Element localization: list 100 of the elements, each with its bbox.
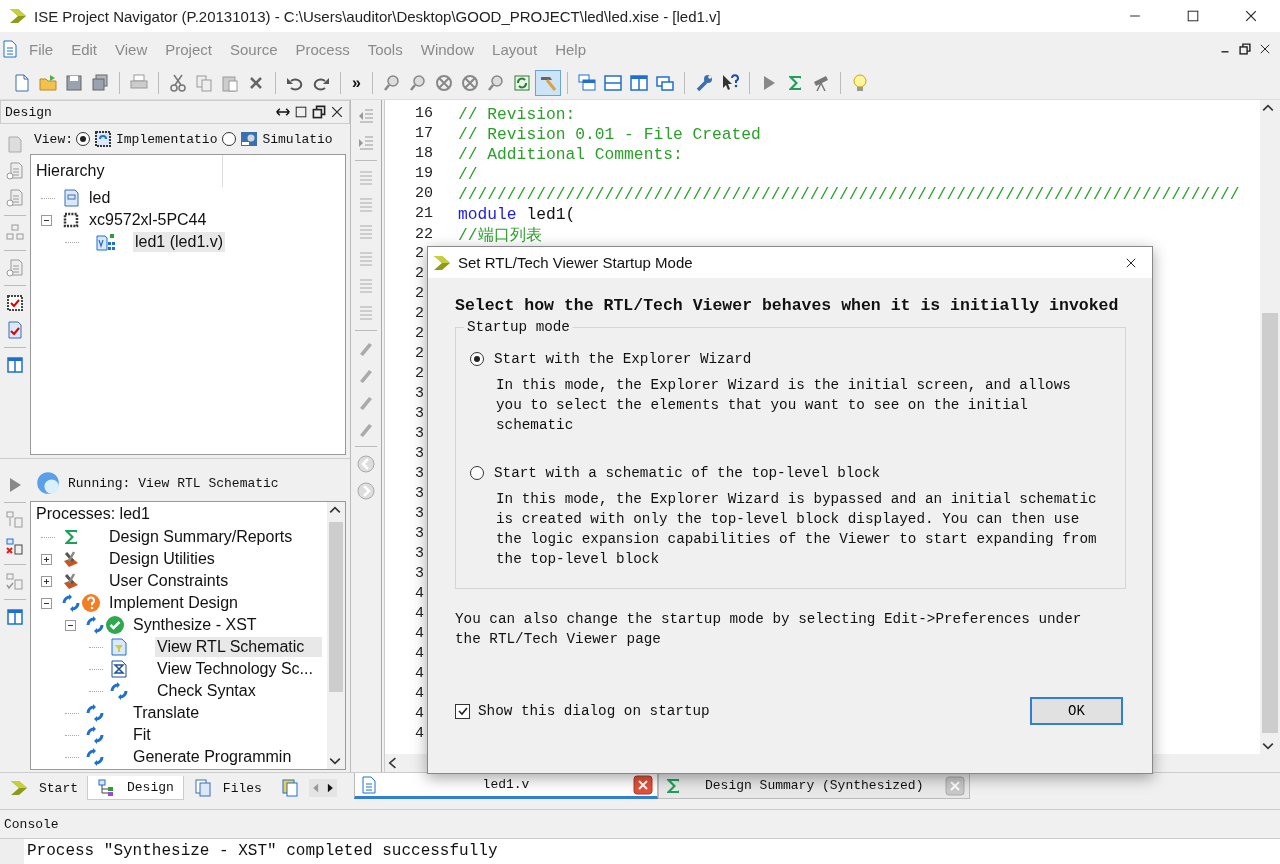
line-number: 4 [415,684,424,704]
document-check-icon[interactable] [5,320,25,340]
process-tree-item[interactable]: Generate Programmin [131,747,294,767]
outdent-icon[interactable] [356,133,376,153]
process-tree-item[interactable]: Check Syntax [155,681,258,701]
option-label[interactable]: Start with the Explorer Wizard [494,351,752,367]
document-icon [359,774,379,795]
line-number: 4 [415,664,424,684]
expand-toggle[interactable] [41,214,52,226]
line-number: 21 [415,204,433,224]
implementation-icon [93,129,113,149]
option-description: In this mode, the Explorer Wizard is bypassed and an initial schematic is created with only the top-level block displayed. You can then use the logic expansion capabilities of the Viewer to start expanding from the top-level block [495,490,1098,569]
editor-tab[interactable]: led1.v [354,773,658,799]
view-option-label[interactable]: Implementatio [116,131,218,147]
expand-toggle[interactable] [41,553,52,565]
editor-tab[interactable]: Design Summary (Synthesized) [658,773,971,799]
column-header: Hierarchy [36,162,105,180]
option-description: In this mode, the Explorer Wizard is the initial screen, and allows you to select the elements that you want to see on the initial schematic [495,376,1072,435]
panel-tab[interactable]: Start [0,776,87,800]
process-tree-item[interactable]: User Constraints [107,571,231,591]
maximize-icon[interactable] [293,104,309,120]
checkbox-label[interactable]: Show this dialog on startup [478,703,710,719]
line-number: 2 [415,264,424,284]
close-icon[interactable] [329,104,345,120]
line-number: 3 [415,564,424,584]
radio-button[interactable] [76,132,90,146]
checkbox[interactable] [455,703,470,719]
expand-toggle[interactable] [65,619,76,631]
ok-button[interactable]: OK [1030,697,1123,725]
remove-source-icon[interactable] [5,258,25,278]
status-icon [36,471,60,495]
process-tree-item[interactable]: Fit [131,725,153,745]
process-icon [85,615,105,635]
tree-check-icon[interactable] [5,572,25,592]
panel-icon[interactable] [5,607,25,627]
process-tree-item[interactable]: View Technology Sc... [155,659,315,679]
simulation-icon [239,129,260,149]
expand-toggle[interactable] [41,575,52,587]
hierarchy-item[interactable]: xc9572xl-5PC44 [87,210,209,230]
code-line: //////////////////////////////////////////////////////////////////////////////// [458,184,1241,204]
line-number: 4 [415,704,424,724]
tech-view-icon [109,659,129,679]
process-icon [85,725,105,745]
process-tree-item[interactable]: Implement Design [107,593,240,613]
processes-title: Processes: led1 [36,505,150,523]
line-number: 2 [415,244,424,264]
app-logo-icon [8,6,28,26]
line-number: 19 [415,164,433,184]
panel-icon[interactable] [5,355,25,375]
running-status: Running: View RTL Schematic [68,475,279,491]
start-icon [9,778,29,798]
back-icon[interactable] [356,454,376,474]
close-icon[interactable] [1258,42,1272,56]
radio-button[interactable] [222,132,237,146]
line-number: 2 [415,344,424,364]
radio-button[interactable] [470,352,484,366]
add-source-icon[interactable] [5,161,25,181]
process-tree-item[interactable]: Translate [131,703,202,723]
scrollbar[interactable] [327,502,345,769]
line-number: 3 [415,504,424,524]
add-copy-icon[interactable] [5,188,25,208]
restore-icon[interactable] [1238,42,1252,56]
panel-tab[interactable]: Files [183,776,271,800]
option-label[interactable]: Start with a schematic of the top-level block [494,465,881,481]
forward-icon[interactable] [356,481,376,501]
code-line: //端口列表 [458,225,543,246]
hammer-icon[interactable] [535,70,560,95]
hierarchy-item[interactable]: led1 (led1.v) [133,232,226,252]
line-number: 4 [415,724,424,744]
panel-tab[interactable]: Design [87,776,184,800]
line-number: 2 [415,304,424,324]
view-label: View: [34,131,73,147]
close-icon[interactable] [633,774,653,795]
line-number: 3 [415,424,424,444]
hierarchy-item[interactable]: led [87,188,113,208]
toolbar-overflow[interactable]: » [348,73,365,92]
chip-check-icon[interactable] [5,293,25,313]
line-number: 3 [415,484,424,504]
code-line: module led1( [458,204,577,224]
document-icon[interactable] [0,39,20,59]
line-number: 3 [415,464,424,484]
process-icon [85,703,105,723]
process-tree-item[interactable]: Synthesize - XST [131,615,259,635]
line-number: 4 [415,624,424,644]
view-option-label[interactable]: Simulatio [262,131,333,147]
process-icon [85,747,105,767]
scrollbar[interactable] [1260,100,1280,754]
line-number: 3 [415,544,424,564]
tree-remove-icon[interactable] [5,537,25,557]
chip-grid-icon[interactable] [5,223,25,243]
process-tree-item[interactable]: Design Utilities [107,549,217,569]
process-icon [61,593,81,613]
restore-icon[interactable] [311,104,327,120]
expand-toggle[interactable] [41,597,52,609]
files-icon [192,778,213,798]
dialog-heading: Select how the RTL/Tech Viewer behaves when it is initially invoked [455,296,1120,315]
radio-button[interactable] [470,466,484,480]
process-tree-item[interactable]: Design Summary/Reports [107,527,295,547]
process-tree-item[interactable]: View RTL Schematic [155,637,323,657]
line-number: 3 [415,444,424,464]
